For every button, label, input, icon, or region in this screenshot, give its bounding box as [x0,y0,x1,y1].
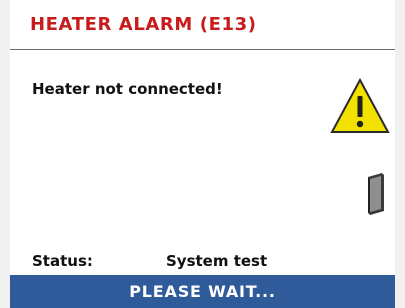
status-label: Status: [32,252,93,270]
heater-device-icon [368,173,384,215]
alarm-title: HEATER ALARM (E13) [30,14,257,35]
footer-bar: PLEASE WAIT... [10,275,395,308]
please-wait-text: PLEASE WAIT... [129,282,276,301]
status-value: System test [166,252,268,270]
alarm-screen: HEATER ALARM (E13) Heater not connected!… [0,0,405,308]
title-bar: HEATER ALARM (E13) [10,0,395,50]
warning-triangle-icon [330,77,390,133]
alarm-message: Heater not connected! [32,80,223,98]
